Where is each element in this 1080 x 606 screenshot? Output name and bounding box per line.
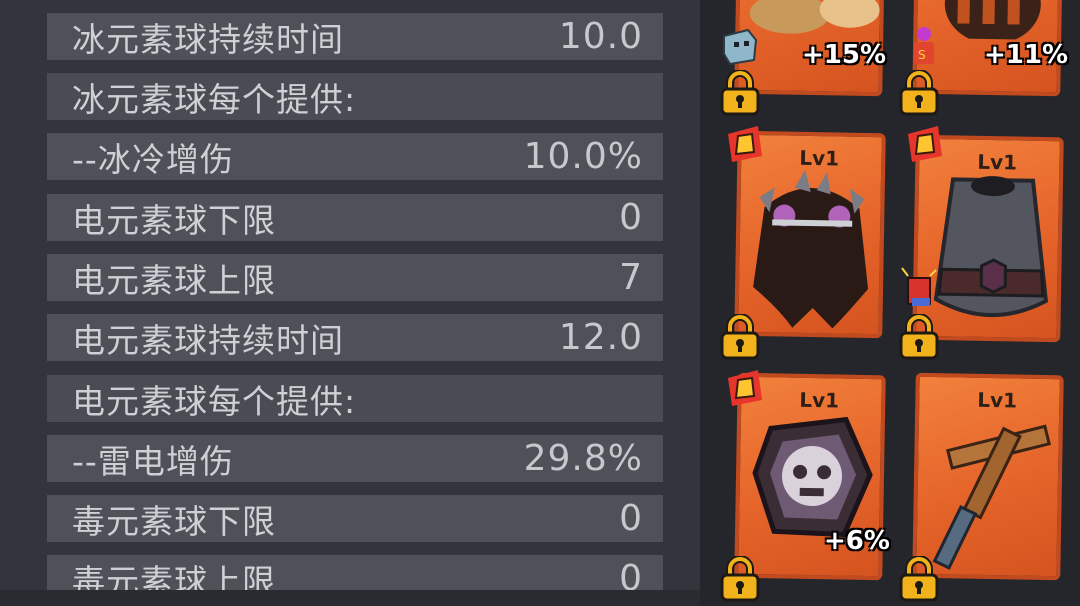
stat-row: --雷电增伤 29.8% <box>47 435 663 482</box>
upgrade-alert-icon <box>728 370 762 406</box>
stat-row: 电元素球持续时间 12.0 <box>47 314 663 361</box>
potion-icon: S <box>914 27 934 64</box>
scale-armor-icon <box>933 176 1049 318</box>
cube-icon <box>723 28 758 66</box>
lock-icon[interactable] <box>719 314 761 360</box>
panel-divider <box>700 0 714 606</box>
stat-label: 电元素球上限 <box>72 260 276 300</box>
stat-row: 电元素球上限 7 <box>47 254 663 301</box>
stat-value: 29.8% <box>523 438 643 479</box>
stat-row: 电元素球每个提供: <box>47 375 663 422</box>
card-percent: +15% <box>802 40 887 70</box>
stat-label: 电元素球持续时间 <box>72 320 344 360</box>
stat-label: --冰冷增伤 <box>72 139 234 179</box>
stat-row: 毒元素球上限 0 <box>47 555 663 602</box>
stat-row: 毒元素球下限 0 <box>47 495 663 542</box>
stat-row: 冰元素球每个提供: <box>47 73 663 120</box>
lock-icon[interactable] <box>898 556 940 602</box>
stat-label: --雷电增伤 <box>72 441 234 481</box>
red-gem-icon <box>901 267 937 306</box>
equipment-grid[interactable]: +15% S +11% Lv1 Lv1 Lv1 +6% Lv1 <box>714 0 1080 606</box>
stat-label: 电元素球每个提供: <box>72 381 357 421</box>
stat-label: 毒元素球下限 <box>72 501 276 541</box>
svg-text:S: S <box>918 48 926 62</box>
armor-item-icon <box>944 0 1041 41</box>
lock-icon[interactable] <box>719 70 761 116</box>
stat-row: 冰元素球持续时间 10.0 <box>47 13 663 60</box>
stat-label: 冰元素球每个提供: <box>72 79 357 119</box>
stat-value: 7 <box>619 257 643 298</box>
card-percent: +11% <box>984 40 1069 70</box>
skull-crown-helmet-icon <box>753 169 869 329</box>
stat-value: 0 <box>619 558 643 599</box>
stat-label: 冰元素球持续时间 <box>72 19 344 59</box>
upgrade-alert-icon <box>728 126 762 162</box>
equipment-card[interactable]: Lv1 <box>912 372 1064 581</box>
stat-label: 电元素球下限 <box>72 200 276 240</box>
card-level: Lv1 <box>799 145 840 171</box>
lock-icon[interactable] <box>898 314 940 360</box>
food-item-icon <box>749 0 880 34</box>
crossbow-icon <box>932 424 1052 570</box>
stats-panel: 冰元素球持续时间 10.0 冰元素球每个提供: --冰冷增伤 10.0% 电元素… <box>0 0 700 606</box>
stat-row: 电元素球下限 0 <box>47 194 663 241</box>
stat-value: 0 <box>619 498 643 539</box>
lock-icon[interactable] <box>898 70 940 116</box>
stat-value: 10.0% <box>523 136 643 177</box>
card-percent: +6% <box>824 526 890 556</box>
lock-icon[interactable] <box>719 556 761 602</box>
upgrade-alert-icon <box>908 126 942 162</box>
stat-value: 0 <box>619 197 643 238</box>
stat-row: --冰冷增伤 10.0% <box>47 133 663 180</box>
stat-value: 10.0 <box>558 16 643 57</box>
stat-value: 12.0 <box>558 317 643 358</box>
stat-label: 毒元素球上限 <box>72 561 276 601</box>
card-level: Lv1 <box>799 387 840 413</box>
